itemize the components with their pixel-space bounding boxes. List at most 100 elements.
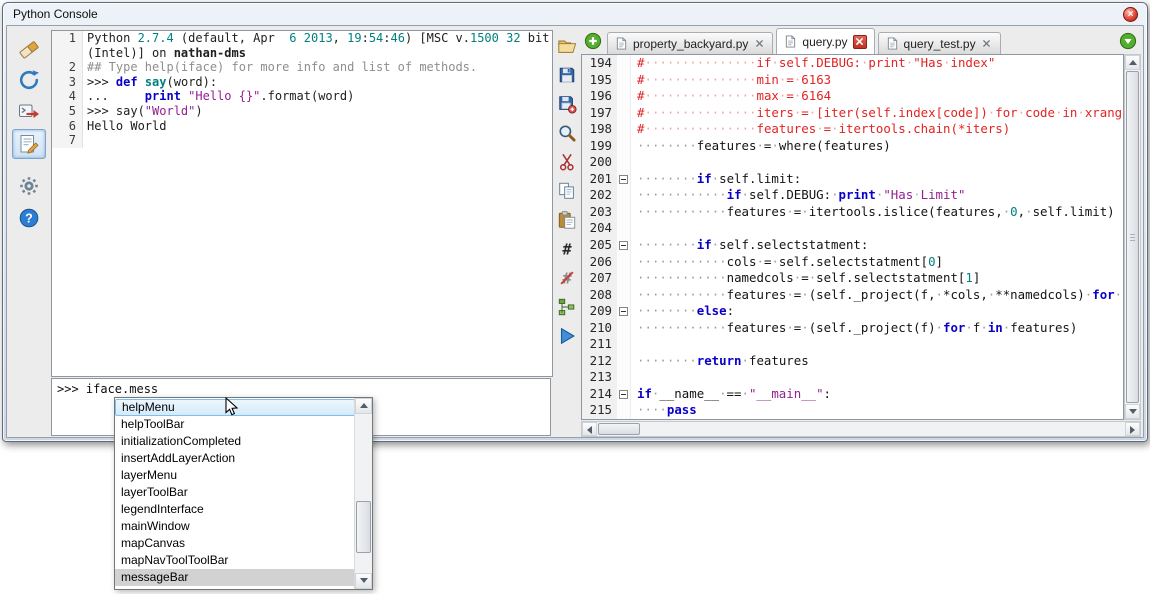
run-command-button[interactable] — [12, 97, 46, 127]
editor-toolbar: ## — [553, 33, 581, 349]
tab-query_test-py[interactable]: query_test.py — [878, 32, 1001, 54]
autocomplete-item-initializationCompleted[interactable]: initializationCompleted — [115, 433, 355, 450]
paste-icon — [557, 210, 577, 230]
fold-collapse-icon[interactable] — [619, 241, 628, 250]
import-class-button[interactable] — [12, 65, 46, 95]
editor-line-text: #···············min·=·6163 — [631, 72, 831, 89]
window-title: Python Console — [13, 3, 98, 25]
editor-line-text: ········else: — [631, 303, 734, 320]
tab-close-icon[interactable] — [753, 38, 765, 50]
tab-list-button[interactable] — [1119, 32, 1137, 50]
fold-margin[interactable] — [617, 237, 631, 254]
line-number: 198 — [582, 121, 617, 138]
console-line: 7 — [52, 133, 552, 148]
editor-line-text: ········if·self.selectstatment: — [631, 237, 868, 254]
autocomplete-scrollbar[interactable] — [354, 398, 372, 589]
code-editor[interactable]: 194#···············if·self.DEBUG:·print·… — [581, 54, 1124, 420]
autocomplete-item-legendInterface[interactable]: legendInterface — [115, 501, 355, 518]
fold-margin[interactable] — [617, 386, 631, 403]
line-number: 1 — [52, 31, 83, 46]
tab-property_backyard-py[interactable]: property_backyard.py — [607, 32, 773, 54]
scroll-right-button[interactable] — [1125, 422, 1140, 436]
vertical-scroll-thumb[interactable] — [1126, 71, 1139, 403]
console-output[interactable]: 1Python 2.7.4 (default, Apr 6 2013, 19:5… — [51, 30, 553, 377]
run-script-button[interactable] — [553, 323, 581, 349]
editor-lines: 194#···············if·self.DEBUG:·print·… — [582, 55, 1123, 419]
autocomplete-item-mapCanvas[interactable]: mapCanvas — [115, 535, 355, 552]
mouse-cursor — [225, 397, 239, 422]
help-button[interactable]: ? — [12, 203, 46, 233]
editor-horizontal-scrollbar[interactable] — [581, 421, 1141, 437]
tab-close-icon[interactable] — [853, 35, 867, 49]
clear-console-button[interactable] — [12, 33, 46, 63]
import-class-icon — [18, 69, 40, 91]
new-tab-button[interactable] — [584, 32, 602, 50]
tab-close-icon[interactable] — [981, 38, 993, 50]
open-file-button[interactable] — [553, 33, 581, 59]
editor-line-text — [631, 369, 637, 386]
line-number: 3 — [52, 75, 83, 90]
scroll-left-button[interactable] — [582, 422, 597, 436]
editor-vertical-scrollbar[interactable] — [1124, 54, 1141, 420]
console-line: 3>>> def say(word): — [52, 75, 552, 90]
autocomplete-popup: helpMenuhelpToolBarinitializationComplet… — [114, 397, 373, 590]
editor-line-text — [631, 220, 637, 237]
fold-collapse-icon[interactable] — [619, 307, 628, 316]
editor-line-text — [631, 154, 637, 171]
scroll-down-button[interactable] — [1125, 404, 1140, 419]
run-command-icon — [18, 101, 40, 123]
autocomplete-item-messageBar[interactable]: messageBar — [115, 569, 355, 586]
fold-margin — [617, 220, 631, 237]
find-text-icon — [557, 123, 577, 143]
paste-button[interactable] — [553, 207, 581, 233]
object-inspector-icon — [557, 297, 577, 317]
autocomplete-item-insertAddLayerAction[interactable]: insertAddLayerAction — [115, 450, 355, 467]
scroll-up-button[interactable] — [1125, 55, 1140, 70]
scroll-down-button[interactable] — [355, 573, 372, 589]
cut-button[interactable] — [553, 149, 581, 175]
show-editor-button[interactable] — [12, 129, 46, 159]
tab-query-py[interactable]: query.py — [776, 28, 874, 54]
find-text-button[interactable] — [553, 120, 581, 146]
fold-margin — [617, 72, 631, 89]
fold-margin[interactable] — [617, 171, 631, 188]
horizontal-scroll-thumb[interactable] — [598, 423, 640, 435]
run-script-icon — [557, 326, 577, 346]
comment-button[interactable]: # — [553, 236, 581, 262]
fold-margin — [617, 154, 631, 171]
console-line: 2## Type help(iface) for more info and l… — [52, 60, 552, 75]
editor-line-text — [631, 336, 637, 353]
uncomment-button[interactable]: # — [553, 265, 581, 291]
fold-margin[interactable] — [617, 303, 631, 320]
copy-button[interactable] — [553, 178, 581, 204]
editor-line: 198#···············features·=·itertools.… — [582, 121, 1123, 138]
scroll-up-button[interactable] — [355, 398, 372, 414]
console-line-text — [83, 133, 87, 148]
object-inspector-button[interactable] — [553, 294, 581, 320]
fold-collapse-icon[interactable] — [619, 175, 628, 184]
fold-margin — [617, 121, 631, 138]
console-line-text: (Intel)] on nathan-dms — [83, 46, 246, 61]
line-number: 5 — [52, 104, 83, 119]
editor-line-text: ············if·self.DEBUG:·print·"Has·Li… — [631, 187, 965, 204]
close-button[interactable]: × — [1123, 7, 1138, 22]
save-as-button[interactable] — [553, 91, 581, 117]
fold-collapse-icon[interactable] — [619, 390, 628, 399]
save-button[interactable] — [553, 62, 581, 88]
line-number: 210 — [582, 320, 617, 337]
editor-line-text: ············namedcols·=·self.selectstatm… — [631, 270, 980, 287]
fold-margin — [617, 369, 631, 386]
autocomplete-item-mapNavToolToolBar[interactable]: mapNavToolToolBar — [115, 552, 355, 569]
editor-tab-bar: property_backyard.pyquery.py query_test.p… — [581, 29, 1139, 54]
title-bar[interactable]: Python Console × — [3, 3, 1147, 25]
editor-line: 210············features·=·(self._project… — [582, 320, 1123, 337]
tab-label: query_test.py — [904, 37, 976, 51]
autocomplete-item-layerToolBar[interactable]: layerToolBar — [115, 484, 355, 501]
editor-line: 200 — [582, 154, 1123, 171]
options-button[interactable] — [12, 171, 46, 201]
autocomplete-scroll-thumb[interactable] — [356, 501, 371, 553]
editor-line-text: ····pass — [631, 402, 697, 419]
autocomplete-item-layerMenu[interactable]: layerMenu — [115, 467, 355, 484]
autocomplete-item-mainWindow[interactable]: mainWindow — [115, 518, 355, 535]
line-number: 206 — [582, 254, 617, 271]
